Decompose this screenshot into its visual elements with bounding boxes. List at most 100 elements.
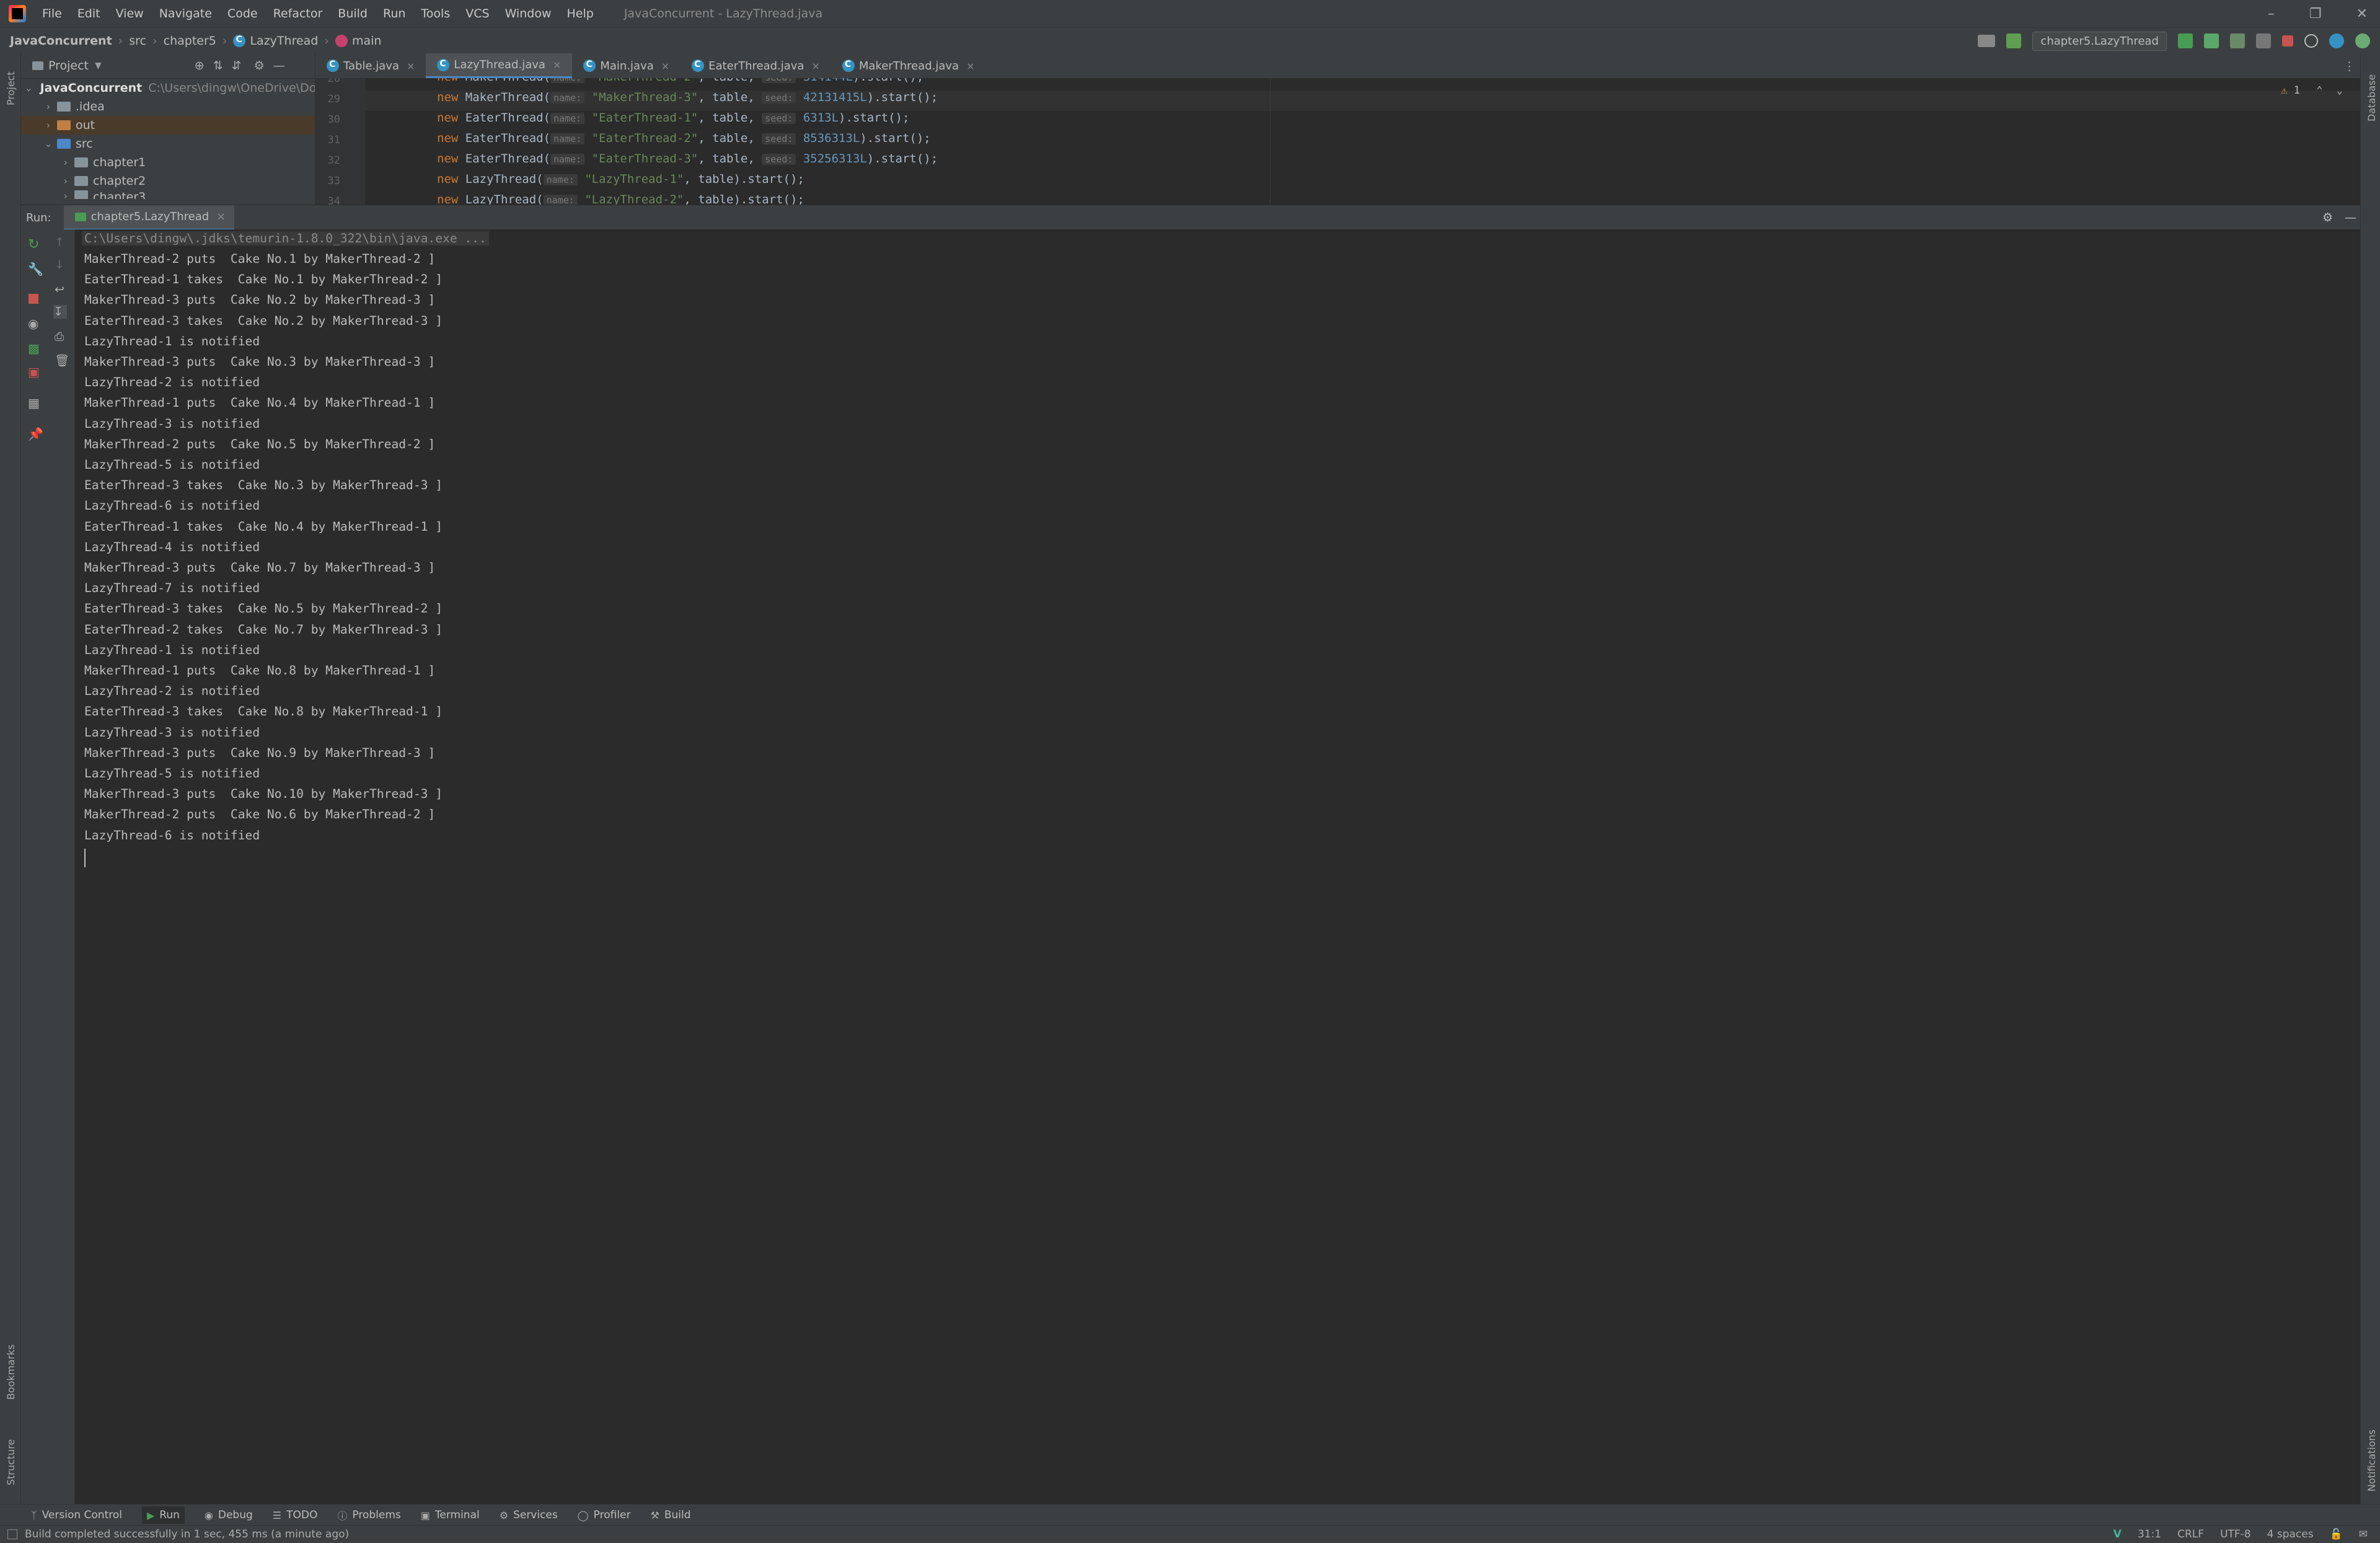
- profile-icon[interactable]: [2256, 33, 2271, 48]
- code-editor[interactable]: 28 29 30 31 32 33 34 new MakerThread(name: "Ma…: [315, 78, 2380, 205]
- search-icon[interactable]: [2304, 34, 2318, 48]
- code-line[interactable]: new MakerThread(name: "MakerThread-2", t…: [437, 78, 923, 84]
- tree-item-chapter3[interactable]: › chapter3: [21, 190, 315, 199]
- code-line[interactable]: new LazyThread(name: "LazyThread-1", tab…: [437, 172, 804, 186]
- console-output-line[interactable]: LazyThread-7 is notified: [84, 581, 260, 595]
- console-output-line[interactable]: MakerThread-3 puts Cake No.9 by MakerThr…: [84, 746, 435, 760]
- file-encoding[interactable]: UTF-8: [2220, 1528, 2251, 1541]
- notifications-icon[interactable]: ✉: [2359, 1528, 2368, 1541]
- chevron-right-icon[interactable]: ›: [42, 120, 55, 131]
- chevron-up-icon[interactable]: ⌃: [2316, 84, 2322, 97]
- console-output-line[interactable]: LazyThread-3 is notified: [84, 725, 260, 740]
- code-line[interactable]: new LazyThread(name: "LazyThread-2", tab…: [437, 193, 804, 205]
- breadcrumb-method[interactable]: main: [335, 34, 381, 48]
- code-line[interactable]: new MakerThread(name: "MakerThread-3", t…: [437, 91, 938, 104]
- restore-icon[interactable]: ❐: [2309, 6, 2322, 22]
- vim-icon[interactable]: V: [2113, 1528, 2122, 1541]
- console-output-line[interactable]: LazyThread-2 is notified: [84, 684, 260, 698]
- menu-tools[interactable]: Tools: [421, 7, 450, 20]
- tab-eaterthread-java[interactable]: EaterThread.java ×: [681, 53, 831, 78]
- menu-vcs[interactable]: VCS: [465, 7, 489, 20]
- scroll-to-end-icon[interactable]: ↧: [53, 305, 67, 319]
- tool-problems[interactable]: ⓘ Problems: [337, 1508, 400, 1523]
- console-output-line[interactable]: MakerThread-2 puts Cake No.6 by MakerThr…: [84, 807, 435, 821]
- console-output-line[interactable]: MakerThread-3 puts Cake No.10 by MakerTh…: [84, 787, 443, 801]
- tool-profiler[interactable]: ◯ Profiler: [578, 1509, 631, 1521]
- expand-all-icon[interactable]: ⇅: [213, 59, 223, 73]
- console-output-line[interactable]: LazyThread-4 is notified: [84, 540, 260, 554]
- collapse-all-icon[interactable]: ⇵: [232, 59, 242, 73]
- wrench-icon[interactable]: 🔧: [28, 262, 43, 276]
- tool-services[interactable]: ⚙ Services: [500, 1509, 558, 1521]
- console-output-line[interactable]: MakerThread-3 puts Cake No.2 by MakerThr…: [84, 293, 435, 307]
- console-output-line[interactable]: MakerThread-1 puts Cake No.8 by MakerThr…: [84, 663, 435, 678]
- close-icon[interactable]: ×: [553, 59, 561, 71]
- trash-icon[interactable]: 🗑: [55, 353, 69, 368]
- console-output-line[interactable]: EaterThread-1 takes Cake No.1 by MakerTh…: [84, 272, 443, 286]
- chevron-right-icon[interactable]: ›: [42, 101, 55, 112]
- update-icon[interactable]: [2329, 33, 2344, 48]
- gear-icon[interactable]: ⚙: [254, 59, 265, 73]
- tab-lazythread-java[interactable]: LazyThread.java ×: [426, 53, 573, 78]
- tool-todo[interactable]: ☰ TODO: [273, 1509, 318, 1521]
- tree-item-idea[interactable]: › .idea: [21, 97, 315, 116]
- menu-edit[interactable]: Edit: [77, 7, 100, 20]
- run-configuration-select[interactable]: chapter5.LazyThread: [2032, 31, 2167, 51]
- bookmarks-tool-button[interactable]: Bookmarks: [5, 1345, 17, 1400]
- hide-icon[interactable]: —: [273, 59, 285, 73]
- jetbrains-ai-icon[interactable]: [2355, 33, 2370, 48]
- stop-icon[interactable]: [2282, 35, 2293, 46]
- menu-code[interactable]: Code: [227, 7, 258, 20]
- console-output-line[interactable]: MakerThread-1 puts Cake No.4 by MakerThr…: [84, 396, 435, 410]
- console-output-line[interactable]: LazyThread-5 is notified: [84, 766, 260, 780]
- chevron-right-icon[interactable]: ›: [60, 157, 72, 168]
- inspection-widget[interactable]: ⚠ 1 ⌃ ⌄: [2281, 84, 2343, 97]
- restore-layout-icon[interactable]: ▩: [28, 341, 42, 356]
- close-icon[interactable]: ×: [216, 210, 226, 223]
- notifications-tool-button[interactable]: Notifications: [2366, 1430, 2378, 1492]
- close-icon[interactable]: ×: [811, 60, 819, 72]
- console-command-line[interactable]: C:\Users\dingw\.jdks\temurin-1.8.0_322\b…: [82, 231, 489, 245]
- indent-setting[interactable]: 4 spaces: [2267, 1528, 2314, 1541]
- code-line[interactable]: new EaterThread(name: "EaterThread-2", t…: [437, 131, 931, 145]
- exit-icon[interactable]: ▣: [28, 365, 42, 379]
- close-icon[interactable]: ✕: [2356, 6, 2368, 22]
- tool-terminal[interactable]: ▣ Terminal: [421, 1509, 480, 1521]
- build-hammer-icon[interactable]: [2006, 33, 2022, 48]
- tab-table-java[interactable]: Table.java ×: [315, 53, 426, 78]
- stop-icon[interactable]: [29, 294, 38, 304]
- project-view-select[interactable]: Project: [48, 59, 89, 73]
- line-separator[interactable]: CRLF: [2177, 1528, 2204, 1541]
- structure-tool-button[interactable]: Structure: [5, 1439, 17, 1485]
- tool-debug[interactable]: ◉ Debug: [205, 1509, 253, 1521]
- camera-icon[interactable]: ◉: [28, 316, 42, 331]
- layout-icon[interactable]: ▦: [28, 396, 42, 410]
- console-output-line[interactable]: LazyThread-6 is notified: [84, 498, 260, 513]
- chevron-down-icon[interactable]: ⌄: [25, 82, 33, 94]
- console-output-line[interactable]: LazyThread-1 is notified: [84, 643, 260, 657]
- console-output-line[interactable]: LazyThread-6 is notified: [84, 828, 260, 842]
- code-line[interactable]: new EaterThread(name: "EaterThread-3", t…: [437, 152, 938, 166]
- console-output-line[interactable]: MakerThread-3 puts Cake No.7 by MakerThr…: [84, 560, 435, 575]
- chevron-down-icon[interactable]: ⌄: [2337, 84, 2343, 97]
- console-output-line[interactable]: MakerThread-2 puts Cake No.1 by MakerThr…: [84, 252, 435, 266]
- tree-item-chapter2[interactable]: › chapter2: [21, 172, 315, 190]
- more-tabs-icon[interactable]: ⋮: [2343, 60, 2355, 73]
- tree-item-src[interactable]: ⌄ src: [21, 135, 315, 153]
- tab-makerthread-java[interactable]: MakerThread.java ×: [831, 53, 986, 78]
- menu-run[interactable]: Run: [383, 7, 405, 20]
- console-output-line[interactable]: EaterThread-3 takes Cake No.5 by MakerTh…: [84, 601, 443, 616]
- run-tab[interactable]: chapter5.LazyThread ×: [63, 205, 235, 231]
- menu-window[interactable]: Window: [505, 7, 552, 20]
- tab-main-java[interactable]: Main.java ×: [572, 53, 681, 78]
- toggle-tool-windows-icon[interactable]: [7, 1529, 17, 1539]
- console-output-line[interactable]: MakerThread-2 puts Cake No.5 by MakerThr…: [84, 437, 435, 451]
- arrow-down-icon[interactable]: ↓: [55, 258, 68, 272]
- breadcrumb-class[interactable]: LazyThread: [233, 34, 318, 48]
- breadcrumb-project[interactable]: JavaConcurrent: [10, 34, 112, 48]
- breadcrumb-src[interactable]: src: [129, 34, 146, 48]
- console-output-line[interactable]: LazyThread-2 is notified: [84, 375, 260, 389]
- console-output-line[interactable]: EaterThread-2 takes Cake No.7 by MakerTh…: [84, 622, 443, 637]
- hide-icon[interactable]: —: [2345, 211, 2356, 224]
- chevron-down-icon[interactable]: ▼: [95, 61, 102, 71]
